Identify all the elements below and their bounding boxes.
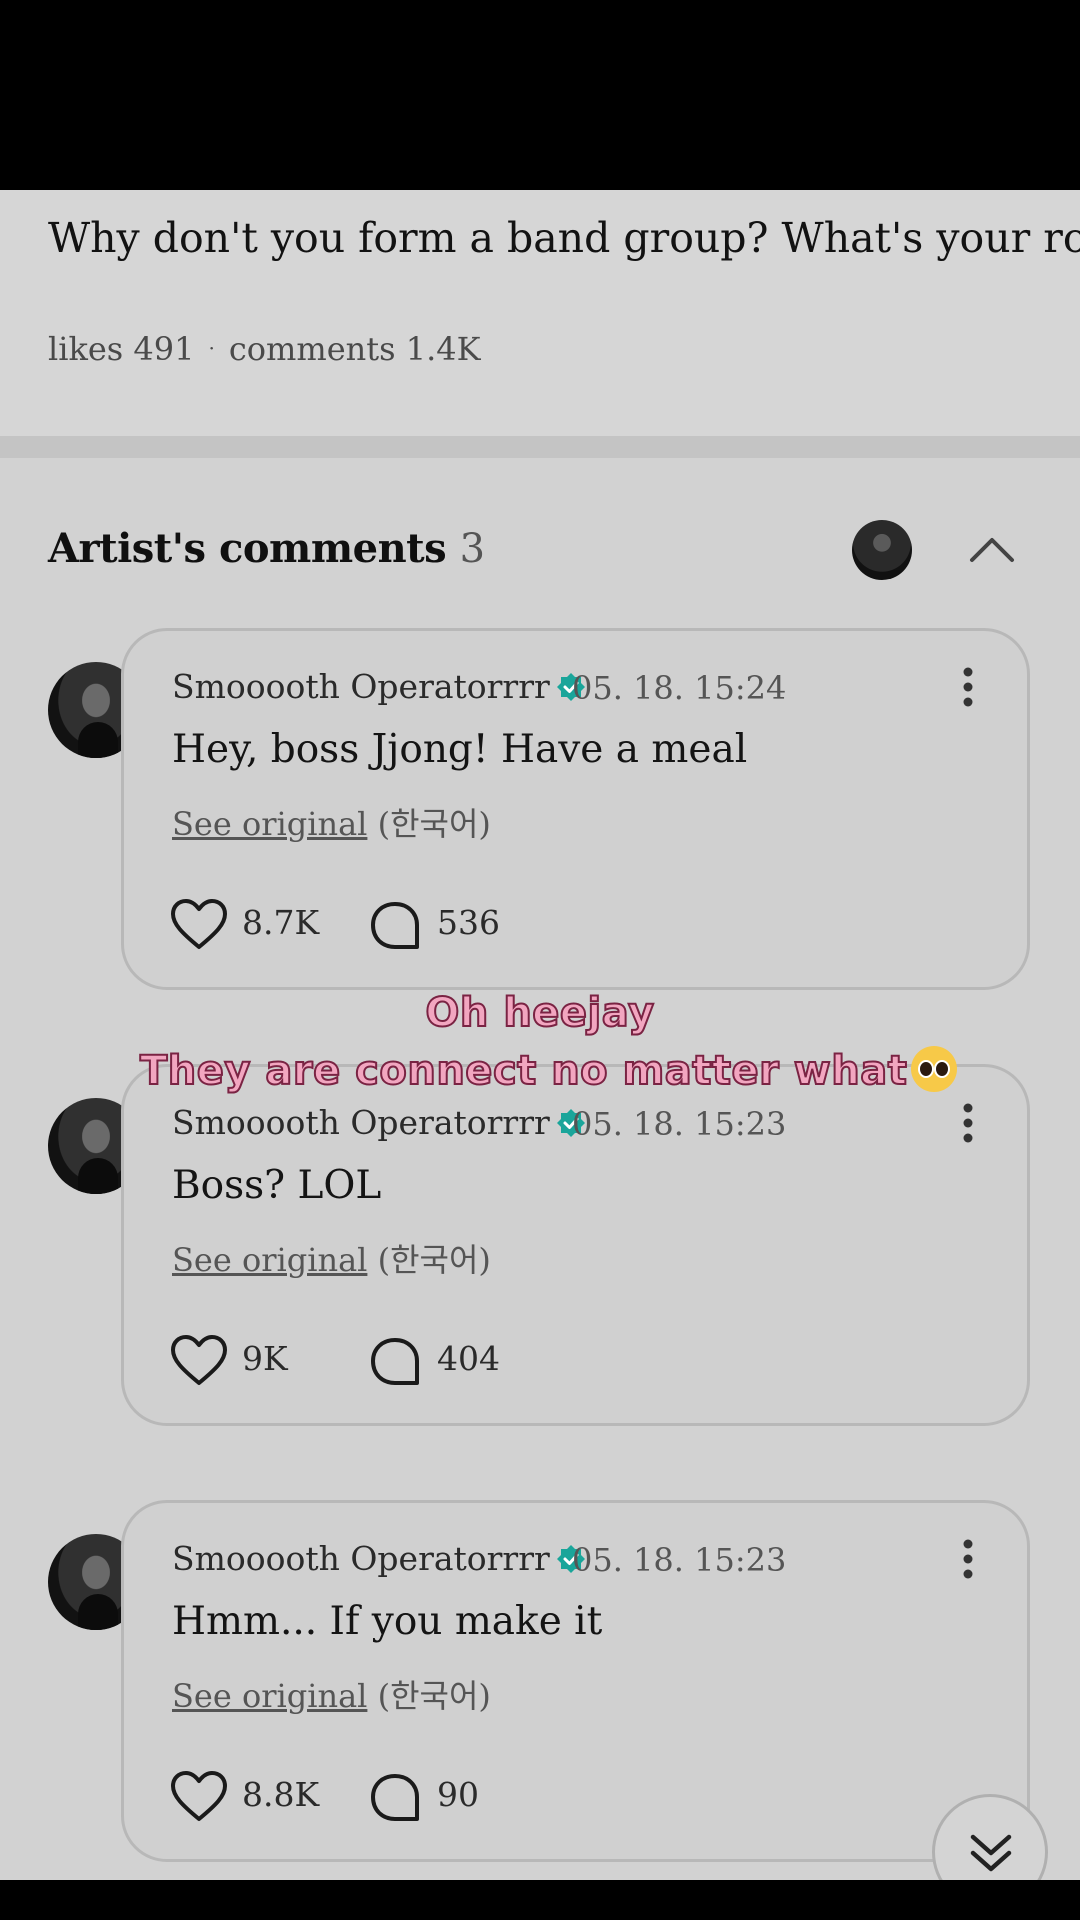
speech-bubble-icon[interactable] — [369, 1773, 421, 1823]
original-language: (한국어) — [377, 805, 491, 843]
caption-line-2: They are connect no matter what — [139, 1046, 958, 1095]
see-original-link[interactable]: See original — [172, 805, 367, 843]
stats-separator: · — [208, 336, 215, 360]
original-language: (한국어) — [377, 1677, 491, 1715]
artist-comments-header: Artist's comments 3 — [48, 525, 485, 572]
like-count: 8.7K — [242, 903, 320, 942]
comment-author[interactable]: Smooooth Operatorrrr — [172, 667, 586, 706]
caption-line-1: Oh heejay — [424, 989, 655, 1037]
comment-time: 05. 18. 15:23 — [572, 1541, 787, 1579]
heart-icon[interactable] — [170, 899, 228, 951]
speech-bubble-icon[interactable] — [369, 901, 421, 951]
comment-author[interactable]: Smooooth Operatorrrr — [172, 1539, 586, 1578]
see-original: See original (한국어) — [172, 1235, 491, 1281]
more-vertical-icon[interactable] — [962, 667, 974, 707]
comment-time: 05. 18. 15:24 — [572, 669, 787, 707]
speech-bubble-icon[interactable] — [369, 1337, 421, 1387]
see-original-link[interactable]: See original — [172, 1677, 367, 1715]
original-language: (한국어) — [377, 1241, 491, 1279]
likes-count[interactable]: likes 491 — [48, 330, 194, 368]
reply-count: 404 — [437, 1339, 500, 1378]
chevron-up-icon[interactable] — [962, 524, 1022, 574]
comments-count[interactable]: comments 1.4K — [229, 330, 481, 368]
artist-avatar[interactable] — [852, 520, 912, 580]
heart-icon[interactable] — [170, 1335, 228, 1387]
post-stats: likes 491 · comments 1.4K — [48, 330, 481, 368]
artist-comments-title: Artist's comments — [48, 525, 447, 572]
artist-comments-count: 3 — [459, 526, 485, 572]
section-divider — [0, 436, 1080, 458]
like-count: 8.8K — [242, 1775, 320, 1814]
comment-text: Boss? LOL — [172, 1163, 382, 1208]
comment-text: Hmm... If you make it — [172, 1599, 603, 1644]
comment-author[interactable]: Smooooth Operatorrrr — [172, 1103, 586, 1142]
like-count: 9K — [242, 1339, 288, 1378]
double-chevron-down-icon — [970, 1834, 1012, 1872]
comment-card: Smooooth Operatorrrr 05. 18. 15:23 Hmm..… — [121, 1500, 1030, 1862]
heart-icon[interactable] — [170, 1771, 228, 1823]
comment-text: Hey, boss Jjong! Have a meal — [172, 727, 748, 772]
status-bar-area — [0, 0, 1080, 190]
comment-time: 05. 18. 15:23 — [572, 1105, 787, 1143]
pleading-face-emoji-icon — [911, 1046, 958, 1092]
more-vertical-icon[interactable] — [962, 1539, 974, 1579]
more-vertical-icon[interactable] — [962, 1103, 974, 1143]
post-section: Why don't you form a band group? What's … — [0, 190, 1080, 436]
comment-card: Smooooth Operatorrrr 05. 18. 15:24 Hey, … — [121, 628, 1030, 990]
navigation-bar-area — [0, 1880, 1080, 1920]
reply-count: 536 — [437, 903, 500, 942]
reply-count: 90 — [437, 1775, 479, 1814]
see-original: See original (한국어) — [172, 799, 491, 845]
comment-card: Smooooth Operatorrrr 05. 18. 15:23 Boss?… — [121, 1064, 1030, 1426]
see-original: See original (한국어) — [172, 1671, 491, 1717]
see-original-link[interactable]: See original — [172, 1241, 367, 1279]
post-question: Why don't you form a band group? What's … — [48, 214, 1080, 262]
